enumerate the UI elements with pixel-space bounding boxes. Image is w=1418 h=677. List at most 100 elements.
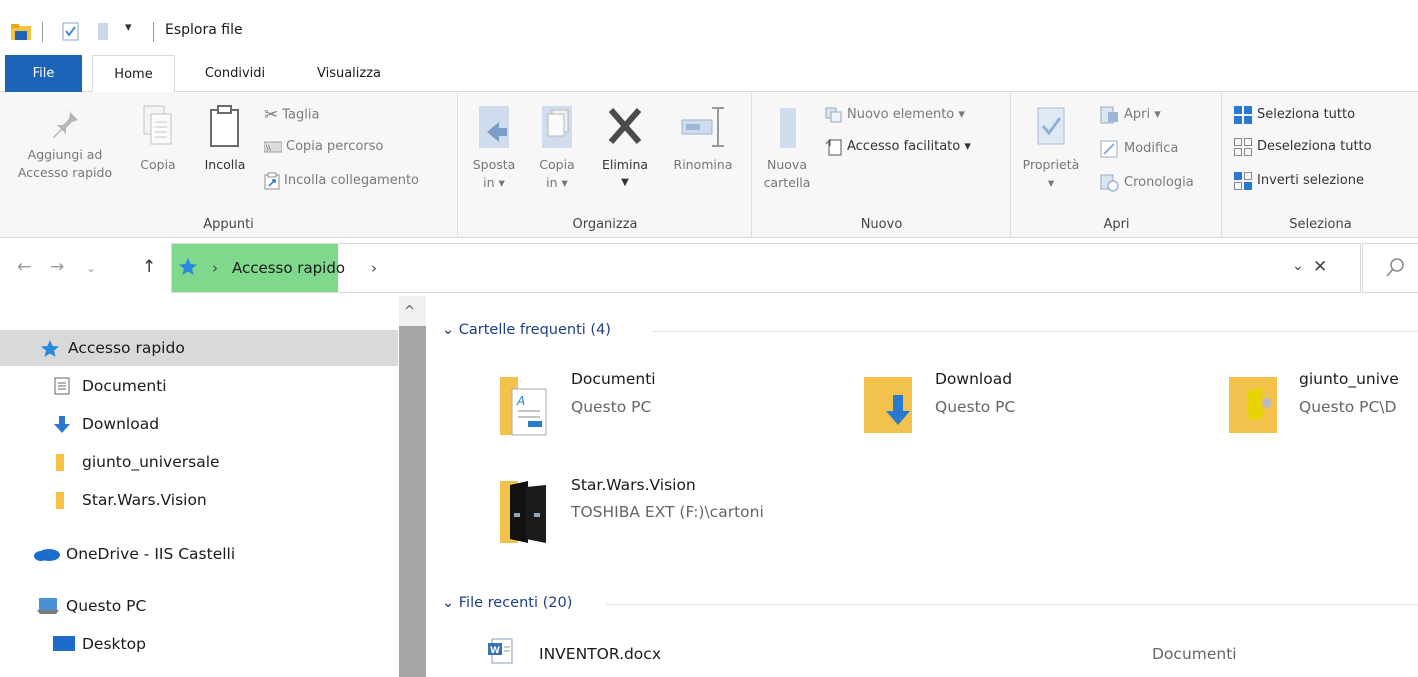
move-label-2: in: [483, 175, 495, 190]
recent-files-header[interactable]: ⌄ File recenti (20): [442, 595, 572, 611]
select-none-label: Deseleziona tutto: [1257, 139, 1372, 154]
paste-button[interactable]: Incolla: [196, 104, 254, 174]
easy-access-button[interactable]: Accesso facilitato ▾: [825, 136, 971, 158]
paste-icon: [210, 105, 239, 147]
address-bar[interactable]: [171, 243, 1361, 293]
sidebar-item-label: Desktop: [82, 635, 146, 653]
sidebar-item-onedrive[interactable]: OneDrive - IIS Castelli: [0, 536, 398, 572]
tab-file[interactable]: File: [5, 55, 82, 92]
copy-to-label-2: in: [546, 175, 558, 190]
cut-button[interactable]: ✂ Taglia: [264, 104, 319, 126]
select-all-label: Seleziona tutto: [1257, 107, 1356, 122]
sidebar-scrollbar-thumb[interactable]: [399, 326, 426, 677]
select-none-button[interactable]: Deseleziona tutto: [1233, 136, 1372, 158]
copy-button[interactable]: Copia: [134, 104, 182, 174]
history-button[interactable]: Cronologia: [1100, 172, 1194, 194]
folder-location: Questo PC\D: [1299, 398, 1397, 416]
new-item-label: Nuovo elemento: [847, 107, 955, 122]
properties-quick-icon[interactable]: [62, 22, 80, 42]
folder-app-icon[interactable]: [10, 22, 32, 42]
pin-quick-access-button[interactable]: Aggiungi ad Accesso rapido: [6, 106, 124, 182]
sidebar-item-download[interactable]: Download: [0, 406, 398, 442]
new-item-button[interactable]: Nuovo elemento ▾: [825, 104, 965, 126]
collapse-chevron-icon: ⌄: [442, 595, 455, 611]
breadcrumb-quick-access[interactable]: Accesso rapido: [232, 259, 345, 277]
search-box[interactable]: [1362, 243, 1418, 293]
clear-address-icon[interactable]: ✕: [1313, 257, 1327, 277]
edit-button[interactable]: Modifica: [1100, 138, 1178, 160]
sidebar-item-this-pc[interactable]: Questo PC: [0, 588, 398, 624]
paste-shortcut-button[interactable]: Incolla collegamento: [264, 170, 419, 192]
copy-path-button[interactable]: \\ Copia percorso: [264, 136, 383, 158]
copy-path-label: Copia percorso: [286, 139, 384, 154]
scroll-up-arrow-icon[interactable]: ^: [404, 304, 415, 319]
move-to-icon: [479, 106, 509, 148]
address-dropdown-icon[interactable]: ⌄: [1292, 258, 1304, 274]
customize-toolbar-icon[interactable]: ▾: [125, 20, 132, 35]
tab-share[interactable]: Condividi: [190, 55, 280, 92]
folder-name: Star.Wars.Vision: [571, 476, 696, 494]
select-group: Seleziona tutto Deseleziona tutto Invert…: [1223, 92, 1418, 238]
copy-to-button[interactable]: Copia in ▾: [531, 104, 583, 192]
sidebar-item-documents[interactable]: Documenti: [0, 368, 398, 404]
frequent-folders-header[interactable]: ⌄ Cartelle frequenti (4): [442, 322, 611, 338]
forward-arrow-icon[interactable]: →: [50, 257, 64, 277]
paste-label: Incolla: [204, 157, 246, 172]
folder-icon: [56, 492, 64, 509]
navigation-pane: Accesso rapido Documenti Download giunto…: [0, 296, 426, 677]
folder-name: Documenti: [571, 370, 656, 388]
sidebar-item-desktop[interactable]: Desktop: [0, 626, 398, 662]
tab-home[interactable]: Home: [92, 55, 175, 93]
organize-group-label: Organizza: [572, 217, 638, 232]
properties-button[interactable]: Proprietà ▾: [1016, 104, 1086, 192]
giunto-folder-icon: [1229, 377, 1277, 433]
new-folder-quick-icon[interactable]: [96, 22, 112, 42]
clipboard-group-label: Appunti: [203, 217, 254, 232]
title-bar: ▾ Esplora file: [0, 0, 1418, 55]
breadcrumb-separator-icon[interactable]: ›: [212, 259, 218, 277]
organize-group: Sposta in ▾ Copia in ▾ Elimina ▼ Rinomin…: [459, 92, 752, 238]
history-icon: [1100, 174, 1119, 191]
sidebar-item-giunto-universale[interactable]: giunto_universale: [0, 444, 398, 480]
delete-label: Elimina: [601, 157, 649, 172]
folder-location: Questo PC: [935, 398, 1016, 416]
section-divider: [652, 331, 1418, 332]
new-group: Nuova cartella Nuovo elemento ▾ Accesso …: [753, 92, 1011, 238]
folder-name: Download: [935, 370, 1013, 388]
pin-label-2: Accesso rapido: [17, 165, 113, 180]
delete-button[interactable]: Elimina ▼: [593, 104, 657, 192]
invert-selection-label: Inverti selezione: [1257, 173, 1364, 188]
rename-label: Rinomina: [673, 157, 733, 172]
sidebar-item-quick-access[interactable]: Accesso rapido: [0, 330, 398, 366]
rename-button[interactable]: Rinomina: [665, 104, 741, 174]
svg-text:W: W: [490, 646, 500, 656]
ribbon-tabs: File Home Condividi Visualizza: [0, 55, 1418, 93]
tab-view[interactable]: Visualizza: [297, 55, 401, 92]
breadcrumb-chevron-icon[interactable]: ›: [371, 259, 377, 277]
sidebar-item-star-wars-vision[interactable]: Star.Wars.Vision: [0, 482, 398, 518]
file-name: INVENTOR.docx: [539, 645, 661, 663]
new-folder-label-2: cartella: [763, 175, 811, 190]
delete-x-icon: [608, 108, 642, 144]
move-to-button[interactable]: Sposta in ▾: [465, 104, 523, 192]
invert-selection-button[interactable]: Inverti selezione: [1233, 170, 1364, 192]
scissors-icon: ✂: [264, 105, 279, 125]
paste-shortcut-label: Incolla collegamento: [284, 173, 419, 188]
copy-label: Copia: [140, 157, 176, 172]
sidebar-item-label: OneDrive - IIS Castelli: [66, 545, 236, 563]
new-folder-button[interactable]: Nuova cartella: [757, 104, 817, 192]
onedrive-icon: [34, 549, 60, 561]
recent-locations-chevron-icon[interactable]: ⌄: [86, 261, 96, 275]
star-icon: [41, 340, 59, 357]
up-arrow-icon[interactable]: ↑: [142, 257, 156, 277]
edit-icon: [1100, 140, 1118, 157]
back-arrow-icon[interactable]: ←: [17, 257, 31, 277]
open-group: Proprietà ▾ Apri ▾ Modifica Cronologia A…: [1012, 92, 1222, 238]
easy-access-label: Accesso facilitato: [847, 139, 961, 154]
select-all-button[interactable]: Seleziona tutto: [1233, 104, 1355, 126]
window-title: Esplora file: [165, 22, 243, 38]
folder-location: TOSHIBA EXT (F:)\cartoni: [571, 503, 764, 521]
open-button[interactable]: Apri ▾: [1100, 104, 1161, 126]
pin-label-1: Aggiungi ad: [27, 147, 103, 162]
ribbon: Aggiungi ad Accesso rapido Copia Incolla…: [0, 92, 1418, 238]
